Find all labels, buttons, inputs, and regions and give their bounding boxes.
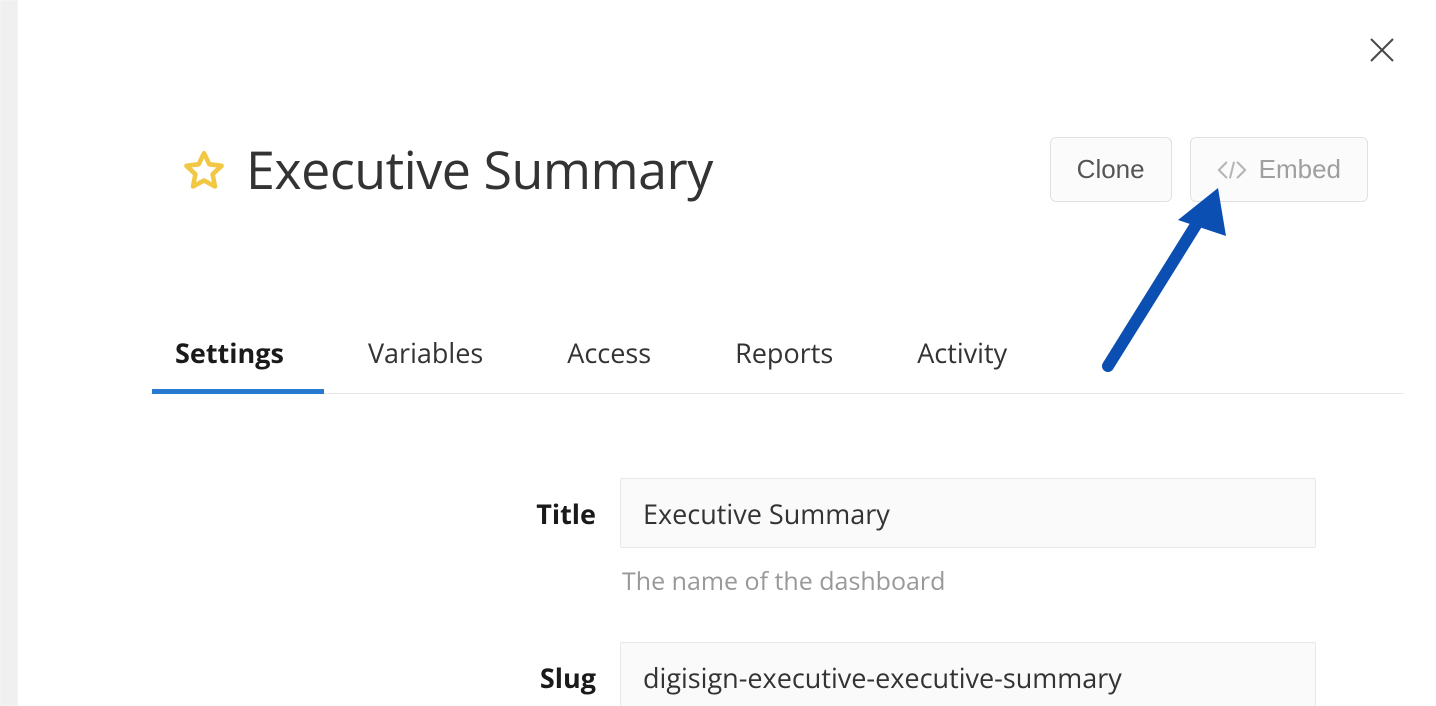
title-help-row: The name of the dashboard: [150, 554, 1316, 598]
clone-button-label: Clone: [1077, 154, 1145, 185]
title-input[interactable]: [620, 478, 1316, 548]
star-icon: [182, 148, 226, 192]
modal-backdrop-edge: [0, 0, 18, 706]
tab-access[interactable]: Access: [525, 320, 693, 393]
settings-form: Title The name of the dashboard Slug: [150, 478, 1316, 706]
title-row: Title: [150, 478, 1316, 548]
close-icon: [1368, 36, 1396, 64]
close-button[interactable]: [1362, 30, 1402, 70]
tab-settings[interactable]: Settings: [150, 320, 326, 393]
tab-variables[interactable]: Variables: [326, 320, 525, 393]
tab-reports[interactable]: Reports: [693, 320, 875, 393]
tabs: Settings Variables Access Reports Activi…: [150, 320, 1404, 394]
title-label: Title: [150, 495, 620, 532]
dashboard-settings-panel: Executive Summary Clone Embed Settings V…: [18, 0, 1436, 706]
header-actions: Clone Embed: [1050, 137, 1368, 202]
slug-input[interactable]: [620, 642, 1316, 706]
slug-label: Slug: [150, 659, 620, 696]
embed-button-label: Embed: [1259, 154, 1341, 185]
clone-button[interactable]: Clone: [1050, 137, 1172, 202]
tab-activity[interactable]: Activity: [875, 320, 1049, 393]
title-help-text: The name of the dashboard: [620, 554, 1316, 598]
favorite-star-button[interactable]: [182, 148, 226, 192]
page-title: Executive Summary: [246, 134, 1030, 205]
header-row: Executive Summary Clone Embed: [182, 134, 1368, 205]
code-icon: [1217, 159, 1247, 181]
slug-row: Slug: [150, 642, 1316, 706]
embed-button[interactable]: Embed: [1190, 137, 1368, 202]
